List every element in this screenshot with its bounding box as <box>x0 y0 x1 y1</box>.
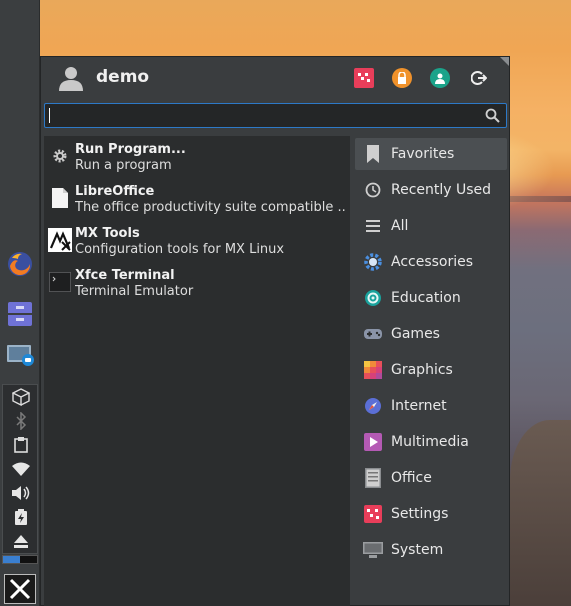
category-settings[interactable]: Settings <box>355 498 507 530</box>
category-multimedia[interactable]: Multimedia <box>355 426 507 458</box>
logout-button[interactable] <box>469 68 489 88</box>
category-label: Accessories <box>391 254 474 270</box>
search-box <box>44 103 507 128</box>
app-description: Terminal Emulator <box>75 284 194 299</box>
app-name: LibreOffice <box>75 184 155 199</box>
app-name: MX Tools <box>75 226 140 241</box>
terminal-icon <box>48 270 72 294</box>
application-menu: demo Run Program... Run a program LibreO… <box>40 56 510 606</box>
switch-user-button[interactable] <box>430 68 450 88</box>
category-system[interactable]: System <box>355 534 507 566</box>
category-recently-used[interactable]: Recently Used <box>355 174 507 206</box>
package-icon[interactable] <box>3 387 39 407</box>
battery-icon[interactable] <box>3 507 39 527</box>
category-all[interactable]: All <box>355 210 507 242</box>
bookmark-icon <box>363 144 383 164</box>
clock-icon <box>363 180 383 200</box>
cpu-graph-fill <box>3 556 20 563</box>
office-icon <box>363 468 383 488</box>
list-item[interactable]: Run Program... Run a program <box>44 138 350 180</box>
category-label: Office <box>391 470 432 486</box>
gamepad-icon <box>363 324 383 344</box>
category-label: Graphics <box>391 362 453 378</box>
cpu-graph[interactable] <box>2 555 38 564</box>
username: demo <box>96 67 150 87</box>
category-label: Favorites <box>391 146 455 162</box>
user-switch-icon <box>435 73 445 84</box>
mx-logo-icon <box>9 578 31 600</box>
accessories-icon <box>363 252 383 272</box>
clipboard-icon[interactable] <box>3 435 39 455</box>
graphics-icon <box>363 360 383 380</box>
category-accessories[interactable]: Accessories <box>355 246 507 278</box>
category-office[interactable]: Office <box>355 462 507 494</box>
category-label: System <box>391 542 444 558</box>
screenshot-icon[interactable] <box>4 338 36 370</box>
settings-manager-button[interactable] <box>354 68 374 88</box>
settings-manager-icon <box>358 73 370 82</box>
document-icon <box>48 186 72 210</box>
file-manager-icon[interactable] <box>4 298 36 330</box>
category-label: Multimedia <box>391 434 469 450</box>
bluetooth-icon[interactable] <box>3 411 39 431</box>
multimedia-icon <box>363 432 383 452</box>
app-description: Run a program <box>75 158 172 173</box>
app-name: Xfce Terminal <box>75 268 175 283</box>
firefox-icon[interactable] <box>4 248 36 280</box>
category-label: Internet <box>391 398 447 414</box>
internet-icon <box>363 396 383 416</box>
list-item[interactable]: MX Tools Configuration tools for MX Linu… <box>44 222 350 264</box>
category-label: All <box>391 218 409 234</box>
category-games[interactable]: Games <box>355 318 507 350</box>
list-icon <box>363 216 383 236</box>
whisker-menu-button[interactable] <box>4 574 36 604</box>
wallpaper-rock <box>510 420 571 606</box>
category-graphics[interactable]: Graphics <box>355 354 507 386</box>
user-avatar-icon <box>59 67 83 91</box>
app-description: The office productivity suite compatible… <box>75 200 347 215</box>
system-tray <box>2 384 38 554</box>
category-internet[interactable]: Internet <box>355 390 507 422</box>
category-label: Settings <box>391 506 449 522</box>
search-icon[interactable] <box>485 108 500 123</box>
list-item[interactable]: Xfce Terminal Terminal Emulator <box>44 264 350 306</box>
category-favorites[interactable]: Favorites <box>355 138 507 170</box>
category-education[interactable]: Education <box>355 282 507 314</box>
lock-icon <box>398 72 406 84</box>
menu-header: demo <box>41 57 509 101</box>
search-input[interactable] <box>48 106 478 125</box>
wifi-icon[interactable] <box>3 459 39 479</box>
lock-screen-button[interactable] <box>392 68 412 88</box>
settings-icon <box>363 504 383 524</box>
app-description: Configuration tools for MX Linux <box>75 242 285 257</box>
category-list: Favorites Recently Used All Accessories … <box>355 136 508 606</box>
application-list: Run Program... Run a program LibreOffice… <box>44 136 350 606</box>
category-label: Education <box>391 290 461 306</box>
education-icon <box>363 288 383 308</box>
left-panel <box>0 0 40 606</box>
list-item[interactable]: LibreOffice The office productivity suit… <box>44 180 350 222</box>
volume-icon[interactable] <box>3 483 39 503</box>
logout-icon <box>471 71 487 85</box>
gear-icon <box>48 144 72 168</box>
system-icon <box>363 540 383 560</box>
category-label: Recently Used <box>391 182 492 198</box>
eject-icon[interactable] <box>3 531 39 551</box>
app-name: Run Program... <box>75 142 186 157</box>
mx-logo-icon <box>48 228 72 252</box>
category-label: Games <box>391 326 440 342</box>
